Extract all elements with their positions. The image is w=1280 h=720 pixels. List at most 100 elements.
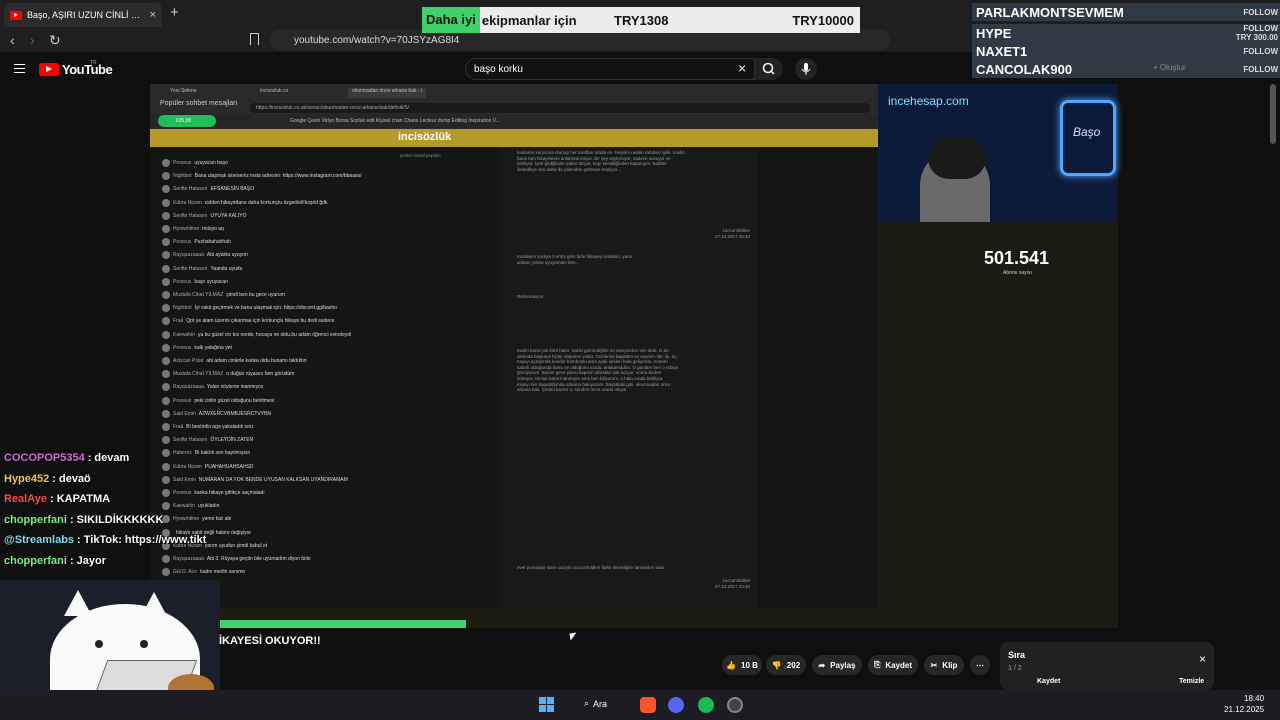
dislike-button[interactable]: 👎 202 bbox=[766, 655, 806, 675]
neon-sign: Başo bbox=[1060, 100, 1116, 176]
overlay-name: CANCOLAK900 bbox=[976, 61, 1073, 77]
avatar bbox=[162, 159, 170, 167]
chat-message: Prezeus başo uyuyacan bbox=[162, 277, 228, 286]
search-input[interactable]: başo korku bbox=[465, 58, 755, 80]
chat-author: Mustafa Cihat YILMAZ bbox=[173, 292, 224, 298]
stream-chat-author: Hype452 bbox=[4, 472, 50, 485]
voice-search-button[interactable] bbox=[795, 58, 817, 80]
reload-icon[interactable]: ↻ bbox=[49, 32, 61, 49]
youtube-logo-icon[interactable] bbox=[39, 63, 59, 76]
share-button[interactable]: ➦ Paylaş bbox=[812, 655, 862, 675]
chat-author: Rayquazaaaa bbox=[173, 556, 204, 562]
search-value: başo korku bbox=[474, 63, 523, 75]
avatar bbox=[162, 568, 170, 577]
avatar bbox=[162, 383, 170, 392]
queue-clear-button[interactable]: Temizle bbox=[1179, 678, 1204, 685]
cat-eye bbox=[95, 640, 103, 648]
stream-chat-author: chopperfani bbox=[4, 513, 67, 526]
brave-icon[interactable] bbox=[640, 697, 656, 713]
discord-icon[interactable] bbox=[668, 697, 684, 713]
share-label: Paylaş bbox=[830, 660, 856, 670]
stream-chat-text: : TikTok: https://www.tikt bbox=[77, 534, 207, 546]
stream-chat-line: COCOPOP5354: devam bbox=[4, 452, 129, 464]
chat-author: Fraå bbox=[173, 424, 184, 430]
chat-text: cidden hikayedane daha korkunçtu özgeöle… bbox=[204, 199, 328, 206]
chat-message: Rayquazaaaa Yalan söyleme inanmıyoz bbox=[162, 383, 263, 392]
chat-author: Rayquazaaaa bbox=[173, 252, 204, 259]
overlay-row: PARLAKMONTSEVMEM FOLLOW bbox=[972, 3, 1280, 21]
chat-message: Serifte Hatasını Yaanda uyudu bbox=[162, 264, 242, 273]
chat-author: Said Emin bbox=[173, 410, 196, 417]
overlay-right: FOLLOW TRY 300.00 bbox=[1235, 24, 1278, 42]
browser-tab-active[interactable]: Başo, AŞIRI UZUN CİNLİ KOR... × bbox=[4, 3, 162, 27]
overlay-row: CANCOLAK900 FOLLOW bbox=[972, 60, 1280, 78]
taskbar-search[interactable]: ⌕ Ara bbox=[584, 698, 607, 709]
chat-message: Hyowmtime noluyo aq bbox=[162, 225, 224, 233]
more-button[interactable]: ⋯ bbox=[970, 655, 990, 675]
avatar bbox=[162, 423, 170, 431]
overlay-name: HYPE bbox=[976, 25, 1012, 41]
chat-message: Serifte Hatasını EFSANESİN BAŞO bbox=[162, 185, 254, 194]
donation-label-green: Daha iyi bbox=[422, 7, 480, 33]
overlay-name: NAXET1 bbox=[976, 43, 1028, 59]
stream-chat-text: : KAPATMA bbox=[50, 493, 111, 505]
like-button[interactable]: 👍 10 B bbox=[722, 655, 762, 675]
windows-start-icon[interactable] bbox=[539, 697, 554, 712]
queue-save-button[interactable]: Kaydet bbox=[1037, 678, 1060, 685]
taskbar-clock[interactable]: 18:40 21.12.2025 bbox=[1224, 693, 1264, 715]
youtube-wordmark[interactable]: YouTube bbox=[62, 62, 113, 77]
clear-search-icon[interactable]: × bbox=[738, 60, 746, 76]
avatar bbox=[162, 449, 170, 458]
chat-message: Prezeus kalk yatağına yet bbox=[162, 343, 232, 352]
back-icon[interactable]: ‹ bbox=[10, 32, 15, 48]
dislike-icon: 👎 bbox=[771, 660, 782, 670]
chat-author: Kaewahin bbox=[173, 503, 195, 510]
chat-message: Mustafa Cihat YILMAZ o düğün rüyasını ben… bbox=[162, 370, 295, 379]
save-button[interactable]: ⎘ Kaydet bbox=[868, 655, 918, 675]
chat-text: o düğün rüyasını ben görüdüm bbox=[226, 371, 295, 378]
obs-icon[interactable] bbox=[727, 697, 743, 713]
chat-text: ÖYLEYDİN ZATEN bbox=[210, 437, 254, 444]
bookmark-icon[interactable] bbox=[250, 33, 259, 45]
chat-author: Nightbot bbox=[173, 305, 192, 312]
donation-goal: TRY10000 bbox=[792, 12, 854, 28]
mouse-cursor bbox=[569, 632, 578, 641]
entry-text: evet pompalar saire caziyla zuccumbldlen… bbox=[517, 565, 665, 570]
chat-text: NUMARAN DA YOK BENDE UYUSAN KALKSAN UYAN… bbox=[198, 476, 348, 483]
chat-author: Kübra Nizam bbox=[173, 199, 202, 206]
overlay-row: HYPE FOLLOW TRY 300.00 bbox=[972, 24, 1280, 42]
avatar bbox=[162, 370, 170, 379]
incisozluk-bar bbox=[150, 129, 878, 147]
chat-author: Kaewahin bbox=[173, 331, 195, 338]
search-button[interactable] bbox=[755, 58, 783, 80]
scissors-icon: ✂ bbox=[930, 660, 938, 670]
chat-text: Pushahahahhah bbox=[194, 239, 231, 246]
chat-message: Said Emin NUMARAN DA YOK BENDE UYUSAN KAL… bbox=[162, 475, 348, 484]
forward-icon[interactable]: › bbox=[30, 32, 35, 48]
inner-url: https://incisozluk.co.uk/sonuc/okunmadan… bbox=[250, 103, 870, 113]
share-icon: ➦ bbox=[818, 660, 826, 670]
url-field[interactable]: youtube.com/watch?v=70JSYzAG8I4 bbox=[270, 30, 890, 50]
chat-text: yarım uyudun şimdi kabul et bbox=[204, 542, 268, 549]
page-scrollbar[interactable] bbox=[1270, 84, 1276, 144]
overlay-name: PARLAKMONTSEVMEM bbox=[976, 4, 1124, 20]
chat-text: abi adam cinlerle kanka oldu bunamı takt… bbox=[206, 358, 307, 364]
chat-text: peki cinlin güzel olduğunu belirtmesi bbox=[194, 397, 275, 404]
create-button[interactable]: + Oluştur bbox=[1153, 63, 1186, 72]
stream-chat-author: chopperfani bbox=[4, 554, 67, 567]
chat-author: Prezeus bbox=[173, 278, 192, 285]
taskbar-search-label: Ara bbox=[593, 698, 608, 709]
new-tab-button[interactable]: + bbox=[170, 4, 179, 21]
spotify-icon[interactable] bbox=[698, 697, 714, 713]
youtube-country: TR bbox=[90, 60, 97, 66]
queue-close-icon[interactable]: × bbox=[1199, 652, 1206, 666]
tab-close-icon[interactable]: × bbox=[150, 9, 156, 21]
clip-button[interactable]: ✂ Klip bbox=[924, 655, 964, 675]
entry-text: kanlarını karşısına oturtup her taraftan… bbox=[517, 150, 685, 172]
chat-author: Mustafa Cihat YILMAZ bbox=[173, 371, 224, 378]
chat-message: Fraå Qpt ye atam üzerini çıkarmaa için ko… bbox=[162, 317, 334, 326]
overlay-right: FOLLOW bbox=[1243, 64, 1278, 74]
chat-author: Prezeus bbox=[173, 160, 192, 166]
menu-icon[interactable] bbox=[14, 64, 25, 73]
inner-bookmarks: Google Çeviri Vidyo Borsa Sozluk edit Ki… bbox=[150, 114, 878, 128]
